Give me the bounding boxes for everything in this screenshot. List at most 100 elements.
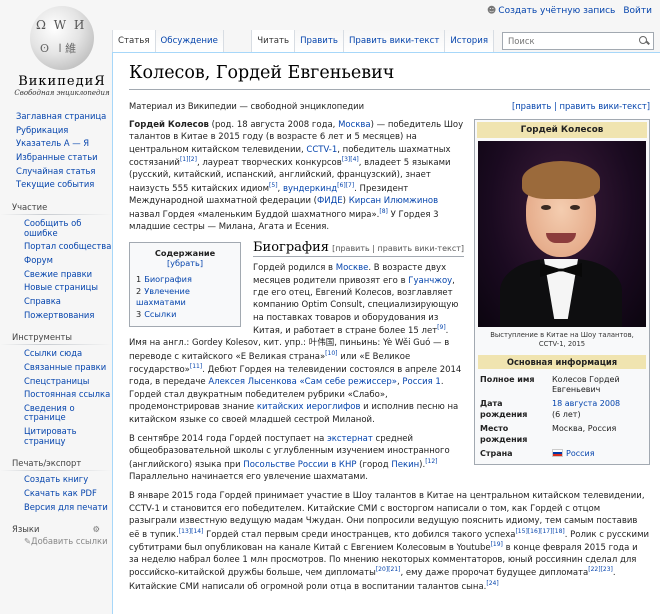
text: , лауреат творческих конкурсов [196,158,342,169]
sidebar-item-report-error[interactable]: Сообщить об ошибке [0,217,112,240]
photo-eye-right [570,205,580,210]
link-russia1[interactable]: Россия 1 [402,377,440,387]
country-link[interactable]: Россия [566,449,595,458]
ref[interactable]: [12] [425,458,437,465]
toc-num: 3 [136,308,142,319]
toc-num: 2 [136,286,142,297]
sidebar-item-new-pages[interactable]: Новые страницы [0,281,112,295]
ref[interactable]: [10] [325,350,337,357]
tab-article[interactable]: Статья [112,30,155,52]
sidebar-item-donations[interactable]: Пожертвования [0,309,112,323]
sidebar-item-random[interactable]: Случайная статья [0,165,112,179]
sidebar-item-forum[interactable]: Форум [0,254,112,268]
tab-edit-source[interactable]: Править вики-текст [342,30,445,52]
toc-label: Ссылки [144,308,177,319]
sidebar-heading-tools[interactable]: Инструменты [0,328,112,346]
sidebar-item-help[interactable]: Справка [0,295,112,309]
link-moscow[interactable]: Москва [338,120,371,130]
article-content: Колесов, Гордей Евгеньевич Материал из В… [112,52,660,614]
ref[interactable]: [9] [437,324,446,331]
add-links[interactable]: ✎Добавить ссылки [0,536,112,546]
link-guangzhou[interactable]: Гуанчжоу [408,276,452,286]
text: (род. 18 августа 2008 года, [208,120,339,130]
photo-eye-left [541,205,551,210]
infobox-label: Полное имя [480,374,535,384]
link-cctv[interactable]: CCTV-1 [306,145,337,155]
link-hieroglyphs[interactable]: китайских иероглифов [257,402,361,412]
ref[interactable]: [24] [486,580,498,587]
sidebar-item-recent-changes[interactable]: Свежие правки [0,268,112,282]
tab-talk[interactable]: Обсуждение [154,30,224,52]
wikipedia-logo[interactable]: ВикипедиЯ Свободная энциклопедия [12,4,112,97]
sidebar-heading-participation[interactable]: Участие [0,197,112,215]
from-wikipedia: Материал из Википедии — свободной энцикл… [129,101,365,111]
sidebar-item-categories[interactable]: Рубрикация [0,124,112,138]
link-external-study[interactable]: экстернат [327,434,373,444]
sidebar-print: Печать/экспорт Создать книгу Скачать как… [0,454,112,514]
ref[interactable]: [8] [379,208,388,215]
logo-wordmark: ВикипедиЯ [18,74,106,89]
ref[interactable]: [3][4] [342,156,359,163]
view-tabs: Читать Править Править вики-текст Истори… [251,30,660,52]
link-prodigy[interactable]: вундеркинд [283,184,337,194]
search-input[interactable] [506,35,638,47]
toc-num: 1 [136,274,142,285]
ref[interactable]: [15][16][17][18] [515,528,564,535]
portrait-photo[interactable] [478,141,646,327]
sidebar-item-download-pdf[interactable]: Скачать как PDF [0,487,112,501]
namespace-tabs: Статья Обсуждение [112,30,224,52]
tab-read[interactable]: Читать [251,30,295,52]
gear-icon[interactable]: ⚙ [92,524,100,534]
link-moscow-2[interactable]: Москве [336,263,369,273]
ref[interactable]: [5] [269,182,278,189]
search-box [502,32,654,50]
sidebar-item-special-pages[interactable]: Спецстраницы [0,375,112,389]
ref[interactable]: [6][7] [337,182,354,189]
create-account-link[interactable]: Создать учётную запись [498,6,615,16]
ref[interactable]: [22][23] [588,566,613,573]
sidebar-item-index[interactable]: Указатель А — Я [0,137,112,151]
personal-tools: ☻ Создать учётную запись Войти [479,6,652,16]
sidebar-item-current-events[interactable]: Текущие события [0,178,112,192]
link-fide[interactable]: ФИДЕ [317,196,343,206]
ref[interactable]: [1][2] [180,156,197,163]
sidebar-item-related-changes[interactable]: Связанные правки [0,361,112,375]
ref[interactable]: [19] [491,541,503,548]
section-edit-links[interactable]: [править | править вики-текст] [332,244,464,253]
sidebar-item-create-book[interactable]: Создать книгу [0,473,112,487]
sidebar-item-featured[interactable]: Избранные статьи [0,151,112,165]
text: , ему даже пророчат будущее дипломата [400,568,589,579]
birthdate-link[interactable]: 18 августа 2008 [552,399,620,408]
user-icon: ☻ [486,6,497,16]
sidebar-item-page-info[interactable]: Сведения о странице [0,402,112,425]
sidebar-item-main-page[interactable]: Заглавная страница [0,110,112,124]
ref[interactable]: [20][21] [376,566,401,573]
link-ilyumzhinov[interactable]: Кирсан Илюмжинов [349,196,438,206]
toc-item-chess[interactable]: 2 Увлечение шахматами [136,286,234,307]
sidebar-item-cite-page[interactable]: Цитировать страницу [0,425,112,448]
sidebar-heading-print[interactable]: Печать/экспорт [0,454,112,472]
tab-edit[interactable]: Править [294,30,343,52]
sidebar-languages: Языки ⚙ [0,520,112,536]
tab-history[interactable]: История [444,30,494,52]
link-embassy[interactable]: Посольстве России в КНР [243,460,356,470]
puzzle-globe-icon [30,6,94,70]
sidebar-item-what-links-here[interactable]: Ссылки сюда [0,347,112,361]
link-beijing[interactable]: Пекин [391,460,419,470]
ref[interactable]: [13][14] [179,528,204,535]
sidebar-heading-languages[interactable]: Языки [12,524,39,534]
search-icon[interactable] [638,35,650,47]
sidebar-item-community-portal[interactable]: Портал сообщества [0,240,112,254]
sidebar-item-permanent-link[interactable]: Постоянная ссылка [0,388,112,402]
sidebar-item-printable[interactable]: Версия для печати [0,501,112,515]
sidebar-main-nav: Заглавная страница Рубрикация Указатель … [0,110,112,192]
toc-item-biography[interactable]: 1 Биография [136,274,234,284]
toc-item-links[interactable]: 3 Ссылки [136,309,234,319]
toc-toggle[interactable]: [убрать] [167,258,203,268]
top-edit-links[interactable]: [править | править вики-текст] [512,101,650,111]
ref[interactable]: [11] [190,363,202,370]
text: (город [356,459,392,470]
link-lysenkov[interactable]: Алексея Лысенкова «Сам себе режиссер» [208,377,397,387]
login-link[interactable]: Войти [623,6,652,16]
infobox-row: Страна Россия [478,447,646,461]
